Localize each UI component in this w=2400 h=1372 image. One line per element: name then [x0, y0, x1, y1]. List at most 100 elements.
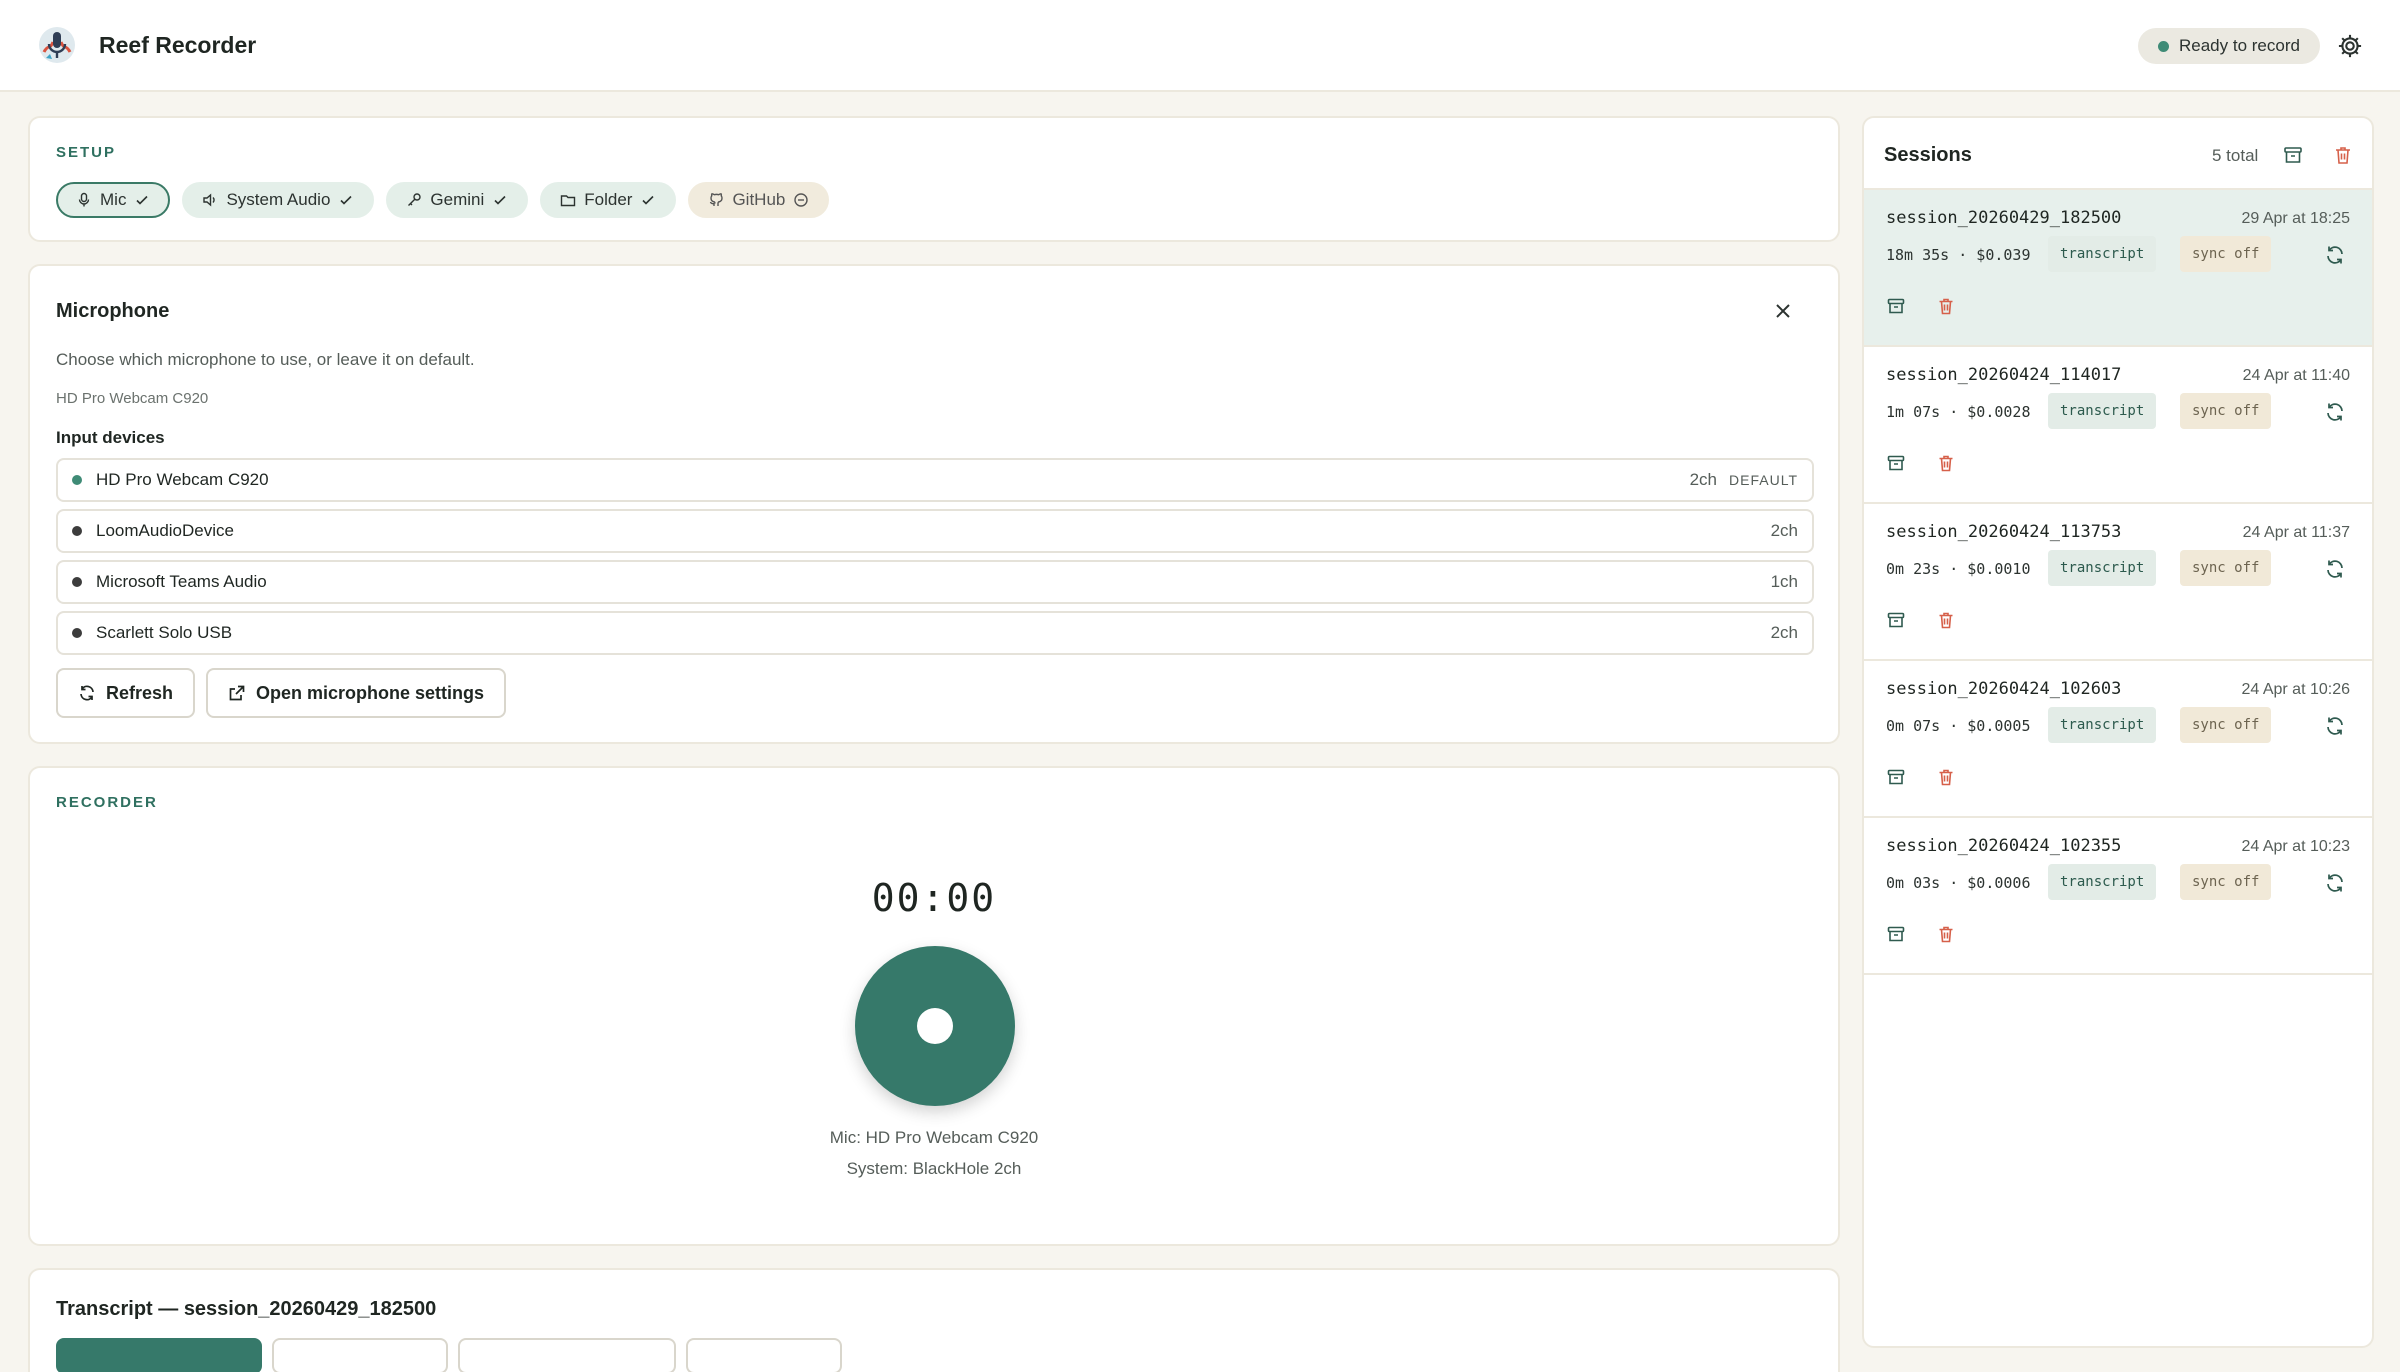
transcript-tab[interactable]: [458, 1338, 676, 1372]
status-dot-icon: [2158, 40, 2169, 52]
session-name: session_20260424_102603: [1886, 679, 2122, 699]
session-item[interactable]: session_20260424_102603 24 Apr at 10:26 …: [1864, 661, 2372, 818]
chip-folder[interactable]: Folder: [540, 182, 677, 218]
refresh-label: Refresh: [106, 682, 174, 703]
trash-icon[interactable]: [1936, 610, 1956, 630]
archive-all-icon[interactable]: [2282, 144, 2304, 166]
session-date: 24 Apr at 10:26: [2241, 681, 2350, 698]
resync-icon[interactable]: [2324, 715, 2346, 737]
session-item[interactable]: session_20260429_182500 29 Apr at 18:25 …: [1864, 190, 2372, 347]
session-name: session_20260429_182500: [1886, 208, 2122, 228]
recorder-label: RECORDER: [56, 794, 158, 811]
session-name: session_20260424_102355: [1886, 836, 2122, 856]
device-channels: 2ch: [1689, 470, 1718, 489]
transcript-tabs: [56, 1338, 842, 1372]
device-channels: 2ch: [1770, 623, 1798, 642]
chip-gemini[interactable]: Gemini: [386, 182, 529, 218]
input-devices-label: Input devices: [56, 428, 165, 447]
chip-label: Gemini: [430, 190, 485, 209]
session-item[interactable]: session_20260424_114017 24 Apr at 11:40 …: [1864, 347, 2372, 504]
resync-icon[interactable]: [2324, 558, 2346, 580]
transcript-title: Transcript — session_20260429_182500: [56, 1298, 437, 1320]
recording-timer: 00:00: [871, 876, 997, 920]
external-link-icon: [229, 685, 245, 701]
microphone-title: Microphone: [56, 300, 170, 322]
device-item[interactable]: LoomAudioDevice 2ch: [56, 509, 1814, 553]
chip-mic[interactable]: Mic: [56, 182, 171, 218]
minus-circle-icon: [794, 193, 809, 207]
chip-label: System Audio: [226, 190, 331, 209]
trash-icon[interactable]: [1936, 924, 1956, 944]
session-date: 24 Apr at 11:37: [2242, 524, 2350, 541]
transcript-tab-active[interactable]: [56, 1338, 262, 1372]
transcript-tag: transcript: [2048, 236, 2157, 272]
device-name: Scarlett Solo USB: [96, 623, 233, 642]
session-item[interactable]: session_20260424_113753 24 Apr at 11:37 …: [1864, 504, 2372, 661]
open-mic-settings-button[interactable]: Open microphone settings: [206, 668, 507, 718]
sessions-header: Sessions 5 total: [1864, 118, 2372, 190]
archive-icon[interactable]: [1886, 924, 1906, 944]
sync-tag: sync off: [2180, 393, 2272, 429]
selected-dot-icon: [72, 475, 82, 485]
transcript-card: Transcript — session_20260429_182500: [28, 1268, 1840, 1372]
sessions-count: 5 total: [2212, 146, 2259, 165]
refresh-button[interactable]: Refresh: [56, 668, 196, 718]
dot-icon: [72, 628, 82, 638]
folder-icon: [561, 195, 576, 207]
trash-icon[interactable]: [1936, 767, 1956, 787]
session-item[interactable]: session_20260424_102355 24 Apr at 10:23 …: [1864, 818, 2372, 975]
device-item[interactable]: Microsoft Teams Audio 1ch: [56, 560, 1814, 604]
device-channels: 1ch: [1770, 572, 1798, 591]
current-microphone: HD Pro Webcam C920: [56, 390, 209, 407]
sessions-panel: Sessions 5 total session_20260429_182500…: [1862, 116, 2374, 1348]
app-header: Reef Recorder Ready to record: [0, 0, 2400, 92]
sessions-list: session_20260429_182500 29 Apr at 18:25 …: [1864, 190, 2372, 975]
recorder-system-source: System: BlackHole 2ch: [846, 1159, 1022, 1178]
delete-all-icon[interactable]: [2332, 144, 2354, 166]
archive-icon[interactable]: [1886, 296, 1906, 316]
archive-icon[interactable]: [1886, 767, 1906, 787]
sync-tag: sync off: [2180, 707, 2272, 743]
check-icon: [642, 195, 655, 205]
chip-system-audio[interactable]: System Audio: [182, 182, 375, 218]
device-name: Microsoft Teams Audio: [96, 572, 267, 591]
check-icon: [340, 195, 352, 205]
transcript-tab[interactable]: [272, 1338, 448, 1372]
trash-icon[interactable]: [1936, 453, 1956, 473]
session-meta: 0m 23s · $0.0010: [1886, 560, 2031, 578]
speaker-icon: [203, 193, 216, 207]
recorder-card: RECORDER 00:00 Mic: HD Pro Webcam C920 S…: [28, 766, 1840, 1246]
resync-icon[interactable]: [2324, 401, 2346, 423]
archive-icon[interactable]: [1886, 610, 1906, 630]
session-meta: 18m 35s · $0.039: [1886, 246, 2031, 264]
session-meta: 1m 07s · $0.0028: [1886, 403, 2031, 421]
chip-label: Folder: [584, 190, 633, 209]
device-item[interactable]: HD Pro Webcam C920 2ch DEFAULT: [56, 458, 1814, 502]
microphone-description: Choose which microphone to use, or leave…: [56, 350, 475, 369]
record-button[interactable]: [855, 946, 1015, 1106]
resync-icon[interactable]: [2324, 244, 2346, 266]
transcript-tag: transcript: [2048, 550, 2157, 586]
check-icon: [136, 195, 149, 205]
transcript-tab[interactable]: [686, 1338, 842, 1372]
session-name: session_20260424_114017: [1886, 365, 2122, 385]
close-icon[interactable]: [1772, 300, 1794, 322]
sync-tag: sync off: [2180, 550, 2272, 586]
setup-label: SETUP: [56, 144, 117, 161]
chip-github[interactable]: GitHub: [688, 182, 830, 218]
gear-icon[interactable]: [2336, 32, 2364, 60]
record-dot-icon: [917, 1008, 953, 1044]
session-date: 29 Apr at 18:25: [2241, 210, 2350, 227]
sync-tag: sync off: [2180, 236, 2272, 272]
transcript-tag: transcript: [2048, 707, 2157, 743]
archive-icon[interactable]: [1886, 453, 1906, 473]
resync-icon[interactable]: [2324, 872, 2346, 894]
trash-icon[interactable]: [1936, 296, 1956, 316]
transcript-tag: transcript: [2048, 864, 2157, 900]
open-mic-settings-label: Open microphone settings: [256, 682, 485, 703]
key-icon: [408, 193, 422, 206]
mic-icon: [78, 192, 90, 207]
device-item[interactable]: Scarlett Solo USB 2ch: [56, 611, 1814, 655]
reef-logo-icon: [39, 27, 75, 63]
status-badge: Ready to record: [2138, 28, 2320, 64]
